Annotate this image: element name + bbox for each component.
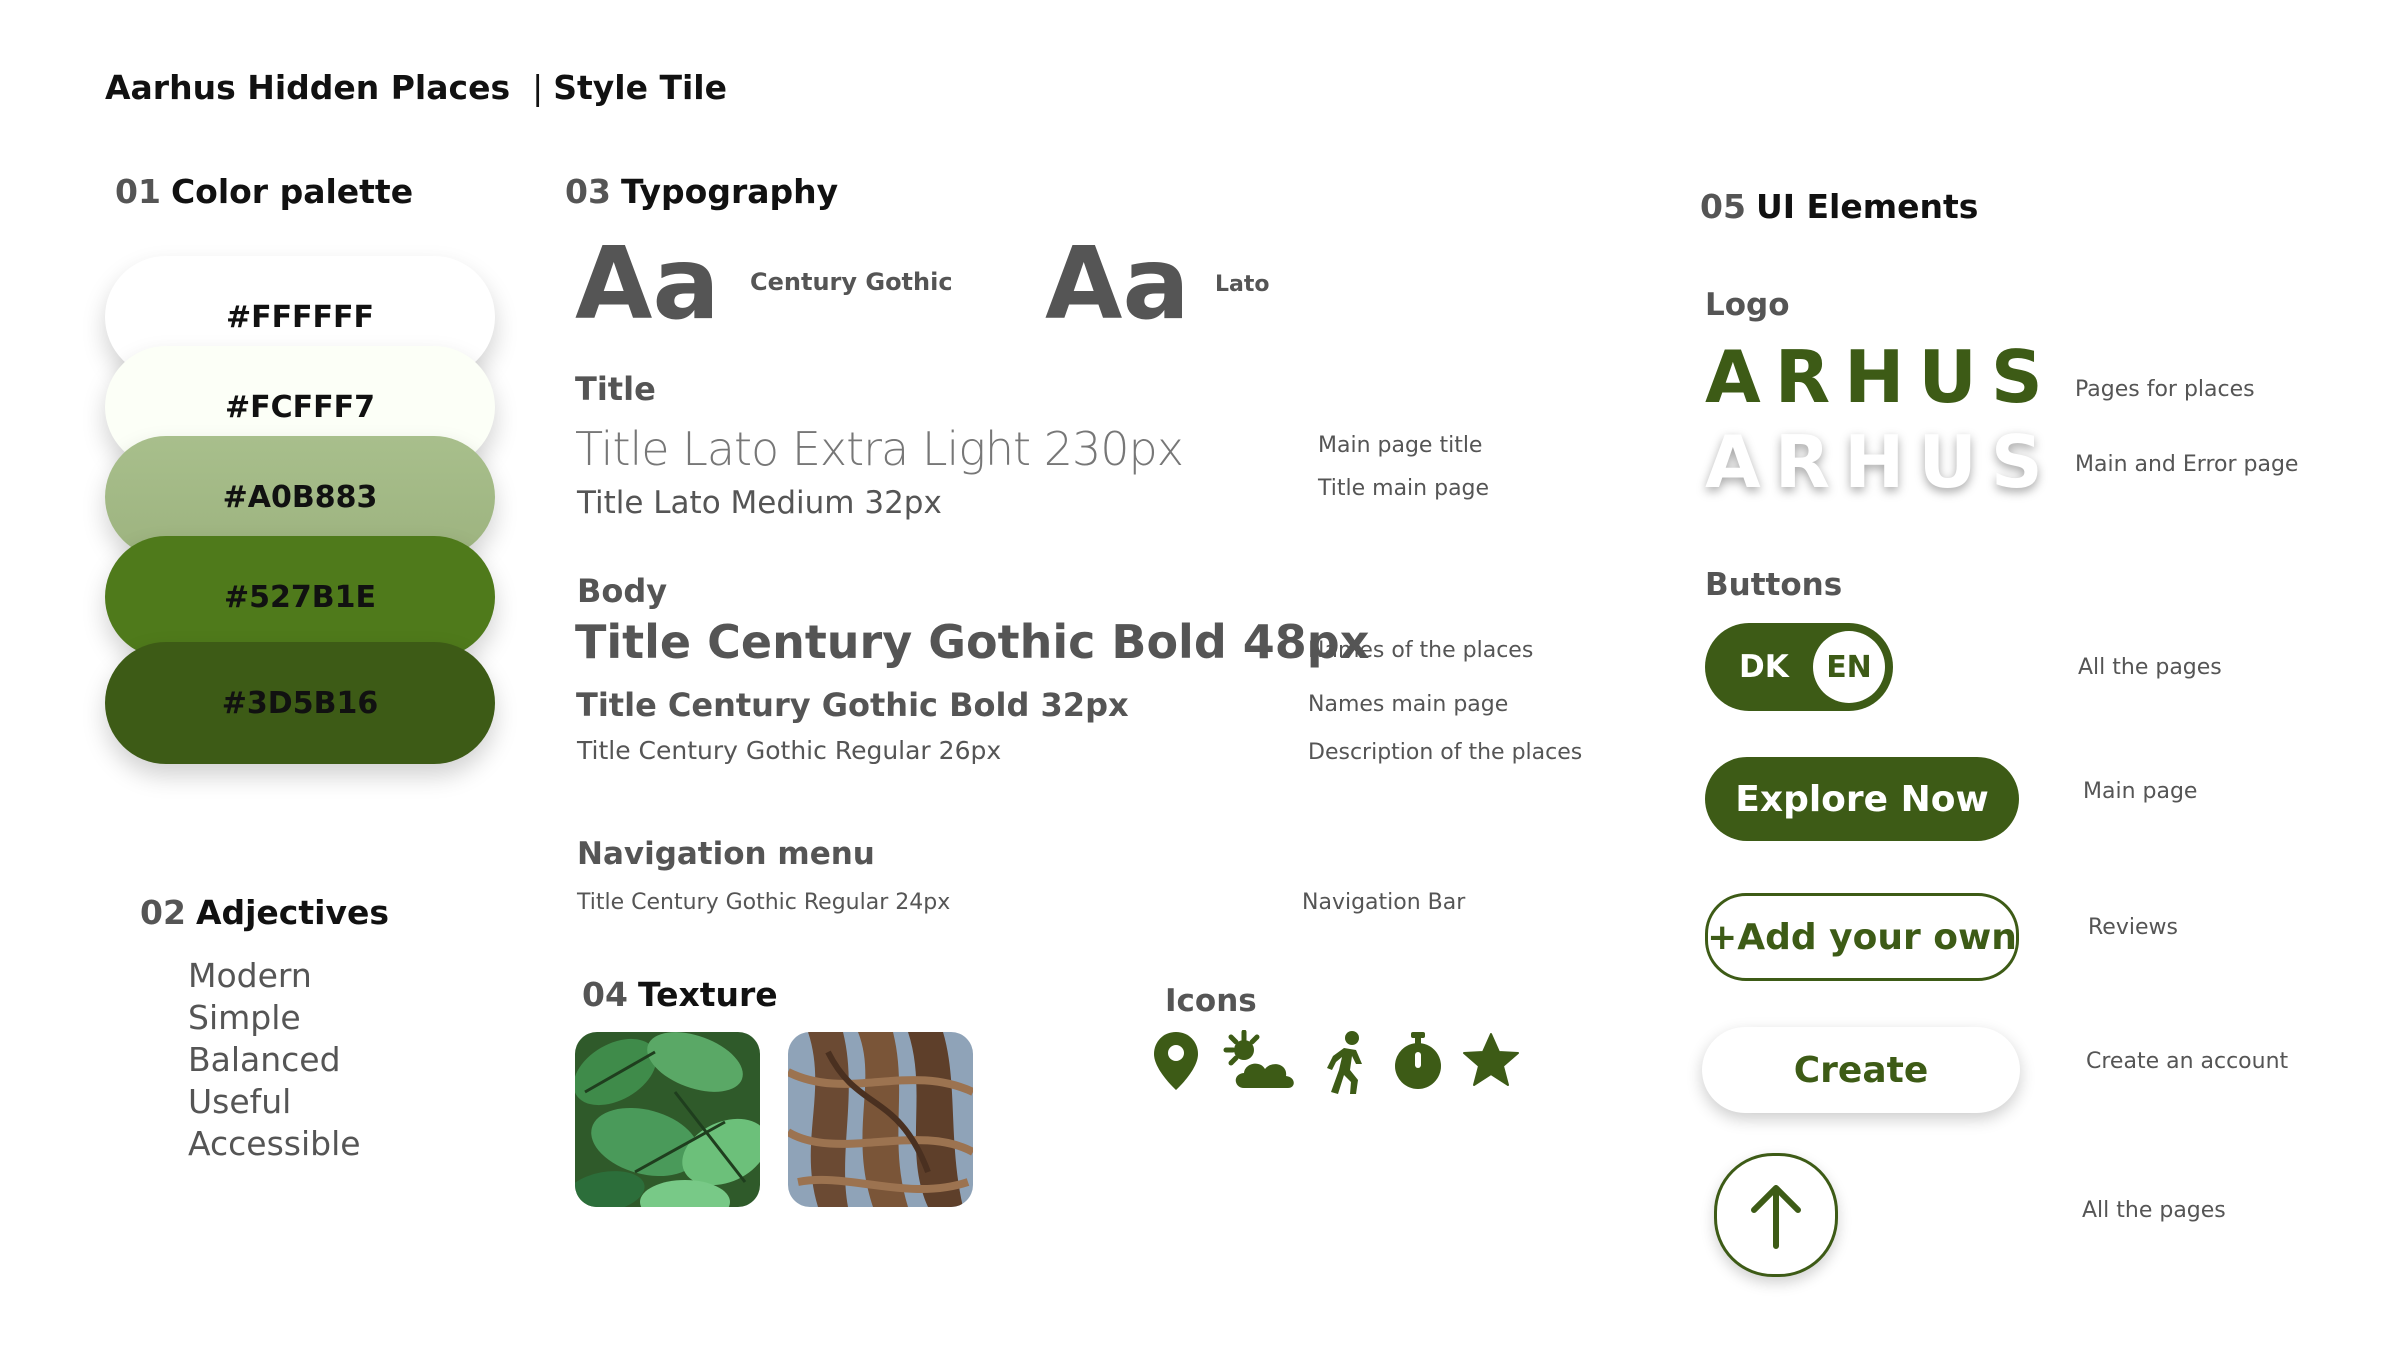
logo-usage-main-and-error: Main and Error page	[2075, 452, 2299, 477]
font-name-century-gothic: Century Gothic	[750, 268, 953, 296]
font-specimen-century-gothic: Aa	[575, 225, 720, 342]
logo-white: ARHUS	[1705, 420, 2057, 504]
section-number: 05	[1700, 187, 1746, 226]
adjective-item: Modern	[188, 956, 312, 995]
add-usage: Reviews	[2088, 915, 2178, 940]
header-subtitle: Style Tile	[553, 68, 727, 107]
adjective-item: Accessible	[188, 1124, 361, 1163]
body-usage-names-of-places: Names of the places	[1308, 638, 1534, 663]
body-sample-bold-32: Title Century Gothic Bold 32px	[576, 686, 1129, 724]
create-usage: Create an account	[2086, 1049, 2289, 1074]
nav-usage-navigation-bar: Navigation Bar	[1302, 890, 1466, 915]
explore-usage: Main page	[2083, 779, 2198, 804]
header-separator: |	[532, 68, 544, 107]
logo-dark: ARHUS	[1705, 335, 2057, 419]
swatch-hex-label: #527B1E	[224, 579, 376, 615]
create-button[interactable]: Create	[1702, 1027, 2020, 1113]
swatch-hex-label: #FCFFF7	[225, 389, 375, 425]
arrow-up-icon	[1751, 1185, 1801, 1249]
typography-title-label: Title	[575, 370, 656, 408]
star-icon	[1462, 1032, 1520, 1092]
toggle-usage: All the pages	[2078, 655, 2222, 680]
section-title: Typography	[620, 172, 839, 211]
toggle-option-en: EN	[1826, 649, 1872, 685]
title-usage-title-main-page: Title main page	[1318, 476, 1490, 501]
typography-body-label: Body	[577, 572, 668, 610]
logo-usage-pages-for-places: Pages for places	[2075, 377, 2255, 402]
language-toggle[interactable]: DK EN	[1705, 623, 1893, 711]
texture-leaves-image	[575, 1032, 760, 1207]
section-number: 04	[582, 975, 628, 1014]
font-name-lato: Lato	[1215, 272, 1270, 297]
swatch-hex-label: #A0B883	[222, 479, 378, 515]
section-title: UI Elements	[1755, 187, 1979, 226]
swatch-hex-label: #3D5B16	[221, 685, 379, 721]
sun-cloud-icon	[1222, 1029, 1300, 1096]
section-number: 03	[565, 172, 611, 211]
toggle-option-dk[interactable]: DK	[1739, 649, 1789, 685]
section-number: 02	[140, 893, 186, 932]
font-specimen-lato: Aa	[1045, 225, 1190, 342]
map-pin-icon	[1152, 1030, 1200, 1096]
scroll-to-top-button[interactable]	[1714, 1153, 1838, 1277]
body-usage-description: Description of the places	[1308, 740, 1583, 765]
section-title: Texture	[637, 975, 778, 1014]
adjectives-heading: 02 Adjectives	[140, 893, 389, 932]
color-palette-heading: 01 Color palette	[115, 172, 413, 211]
section-title: Color palette	[170, 172, 414, 211]
body-sample-bold-48: Title Century Gothic Bold 48px	[575, 615, 1370, 669]
header-title: Aarhus Hidden Places	[105, 68, 511, 107]
section-number: 01	[115, 172, 161, 211]
body-usage-names-main-page: Names main page	[1308, 692, 1509, 717]
scroll-top-usage: All the pages	[2082, 1198, 2226, 1223]
swatch-hex-label: #FFFFFF	[225, 299, 375, 335]
ui-elements-heading: 05 UI Elements	[1700, 187, 1978, 226]
body-sample-regular-26: Title Century Gothic Regular 26px	[577, 736, 1002, 765]
title-sample-extra-light: Title Lato Extra Light 230px	[575, 422, 1184, 476]
typography-nav-label: Navigation menu	[577, 836, 875, 872]
adjective-item: Balanced	[188, 1040, 341, 1079]
toggle-knob[interactable]: EN	[1813, 631, 1885, 703]
explore-now-button[interactable]: Explore Now	[1705, 757, 2019, 841]
adjectives-list: Modern Simple Balanced Useful Accessible	[188, 955, 361, 1165]
title-sample-medium: Title Lato Medium 32px	[577, 485, 942, 521]
logo-label: Logo	[1705, 287, 1790, 323]
texture-roots-image	[788, 1032, 973, 1207]
section-title: Adjectives	[195, 893, 389, 932]
buttons-label: Buttons	[1705, 567, 1843, 603]
page-header: Aarhus Hidden Places | Style Tile	[105, 68, 727, 107]
color-swatch-mid-green: #527B1E	[105, 536, 495, 658]
texture-heading: 04 Texture	[582, 975, 778, 1014]
add-your-own-button[interactable]: +Add your own	[1705, 893, 2019, 981]
title-usage-main-page-title: Main page title	[1318, 433, 1483, 458]
adjective-item: Useful	[188, 1082, 292, 1121]
color-swatch-dark-green: #3D5B16	[105, 642, 495, 764]
icons-heading: Icons	[1165, 983, 1257, 1019]
stopwatch-icon	[1392, 1030, 1444, 1096]
adjective-item: Simple	[188, 998, 301, 1037]
nav-sample-regular-24: Title Century Gothic Regular 24px	[577, 890, 951, 915]
walking-person-icon	[1322, 1030, 1372, 1100]
typography-heading: 03 Typography	[565, 172, 838, 211]
